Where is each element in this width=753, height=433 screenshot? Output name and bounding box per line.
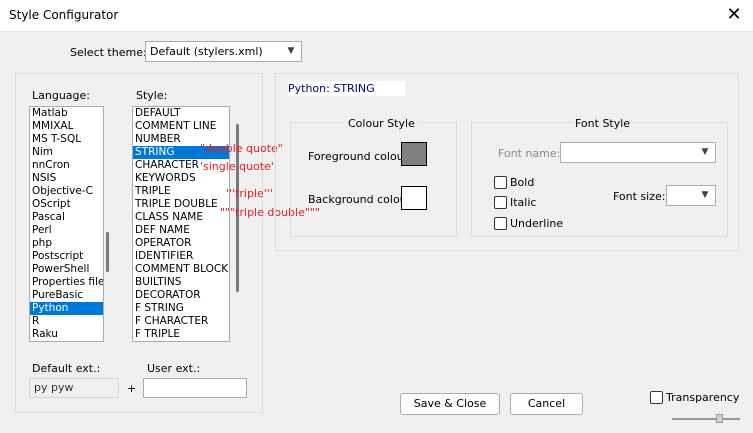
select-theme-label: Select theme: [70,46,147,59]
style-header-title: Python: STRING [288,81,405,96]
bold-checkbox[interactable]: Bold [494,176,534,189]
italic-label: Italic [510,196,537,209]
transparency-slider-track [672,418,740,420]
default-ext-label: Default ext.: [32,362,101,375]
language-list-item[interactable]: NSIS [30,172,103,185]
transparency-label: Transparency [666,391,740,404]
transparency-checkbox-box[interactable] [650,391,663,404]
colour-style-title: Colour Style [345,117,418,130]
language-label: Language: [32,89,90,102]
language-list-item[interactable]: Raku [30,328,103,341]
underline-checkbox[interactable]: Underline [494,217,563,230]
style-label: Style: [136,89,168,102]
style-list-item[interactable]: DEF NAME [133,224,229,237]
user-ext-label: User ext.: [147,362,201,375]
font-size-select[interactable]: ▼ [666,185,716,206]
language-list-item[interactable]: Postscript [30,250,103,263]
style-list-item[interactable]: F CHARACTER [133,315,229,328]
italic-checkbox-box[interactable] [494,196,507,209]
chevron-down-icon: ▼ [287,46,295,56]
preview-double-quote: "double quote" [200,142,283,155]
preview-triple: '''triple''' [226,187,273,200]
font-name-select[interactable]: ▼ [560,142,716,163]
font-name-label: Font name: [498,147,561,160]
preview-single-quote: 'single quote' [200,160,274,173]
theme-select-value: Default (stylers.xml) [150,45,263,58]
style-list-item[interactable]: COMMENT LINE [133,120,229,133]
title-bar: Style Configurator ✕ [0,0,753,32]
language-list-item[interactable]: Properties file [30,276,103,289]
save-close-button[interactable]: Save & Close [400,393,500,415]
language-list-item[interactable]: nnCron [30,159,103,172]
close-icon[interactable]: ✕ [723,4,745,26]
language-list-item[interactable]: PureBasic [30,289,103,302]
window-title: Style Configurator [9,8,119,22]
language-list-item[interactable]: php [30,237,103,250]
foreground-colour-label: Foreground colour [308,150,409,163]
plus-sign: + [127,382,137,395]
transparency-checkbox[interactable]: Transparency [650,391,739,404]
language-list-item[interactable]: Pascal [30,211,103,224]
language-list-item[interactable]: MMIXAL [30,120,103,133]
style-list-item[interactable]: OPERATOR [133,237,229,250]
foreground-colour-swatch[interactable] [401,142,427,166]
transparency-slider-thumb[interactable] [716,414,723,423]
style-list-item[interactable]: TRIPLE [133,185,229,198]
font-style-title: Font Style [572,117,634,130]
underline-label: Underline [510,217,564,230]
language-list[interactable]: Matlab MMIXAL MS T-SQL Nim nnCron NSIS Objecti… [29,106,104,342]
language-list-item[interactable]: Objective-C [30,185,103,198]
style-list-item[interactable]: DECORATOR [133,289,229,302]
bold-checkbox-box[interactable] [494,176,507,189]
theme-select[interactable]: Default (stylers.xml) ▼ [145,41,302,62]
style-list-item[interactable]: F STRING [133,302,229,315]
language-list-item[interactable]: Python [30,302,103,315]
font-size-label: Font size: [613,190,666,203]
style-list-item[interactable]: F TRIPLE [133,328,229,341]
language-list-scrollbar[interactable] [106,232,109,272]
language-list-item[interactable]: Perl [30,224,103,237]
style-list-item[interactable]: IDENTIFIER [133,250,229,263]
user-ext-input[interactable] [143,378,247,398]
language-list-item[interactable]: Nim [30,146,103,159]
cancel-button[interactable]: Cancel [510,393,583,415]
style-list-item[interactable]: KEYWORDS [133,172,229,185]
italic-checkbox[interactable]: Italic [494,196,536,209]
bold-label: Bold [510,176,535,189]
language-list-item[interactable]: Matlab [30,107,103,120]
language-list-item[interactable]: R [30,315,103,328]
chevron-down-icon: ▼ [701,190,709,200]
style-list-item[interactable]: DEFAULT [133,107,229,120]
style-list-item[interactable]: CLASS NAME [133,211,229,224]
default-ext-field: py pyw [29,378,119,398]
background-colour-swatch[interactable] [401,186,427,210]
background-colour-label: Background colour [308,193,412,206]
language-list-item[interactable]: OScript [30,198,103,211]
chevron-down-icon: ▼ [701,147,709,157]
style-list-item[interactable]: COMMENT BLOCK [133,263,229,276]
colour-style-group [290,122,457,237]
language-list-item[interactable]: MS T-SQL [30,133,103,146]
underline-checkbox-box[interactable] [494,217,507,230]
language-list-item[interactable]: PowerShell [30,263,103,276]
style-list-item[interactable]: TRIPLE DOUBLE [133,198,229,211]
style-list-item[interactable]: BUILTINS [133,276,229,289]
